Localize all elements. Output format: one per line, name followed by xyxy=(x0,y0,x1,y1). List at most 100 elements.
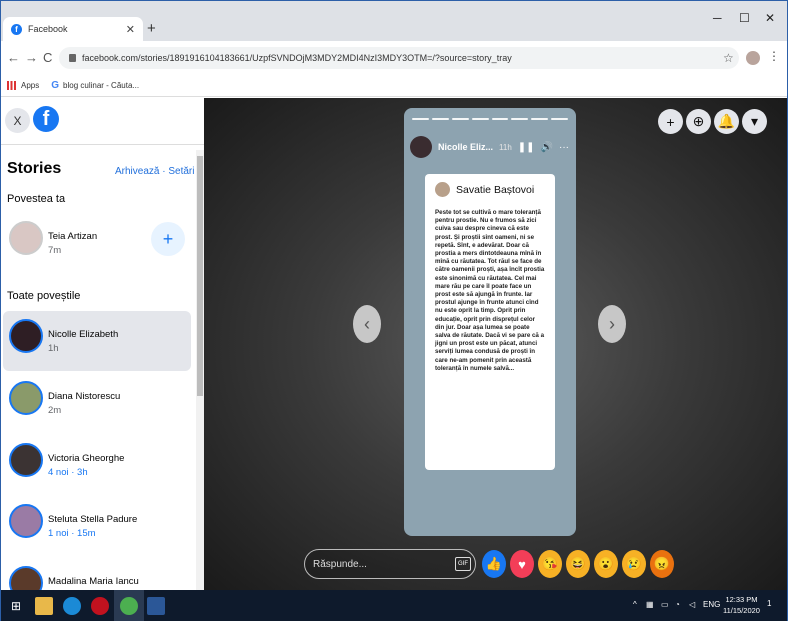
avatar xyxy=(9,443,43,477)
archive-settings-links[interactable]: Arhivează · Setări xyxy=(115,166,194,177)
windows-taskbar: ⊞ ^ ▦ ▭ ◔ ◁ ENG 12:33 PM 11/15/2020 1 xyxy=(1,590,787,621)
edge-icon[interactable] xyxy=(63,597,81,615)
haha-reaction-icon[interactable]: 😆 xyxy=(566,550,590,578)
create-button[interactable]: + xyxy=(658,109,683,134)
maximize-button[interactable]: ☐ xyxy=(739,11,750,25)
back-button[interactable]: ← xyxy=(7,50,20,65)
story-time: 7m xyxy=(48,245,62,256)
story-time: 1h xyxy=(48,343,59,354)
story-card[interactable]: Nicolle Eliz... 11h ❚❚ 🔊 ··· Savatie Baș… xyxy=(404,108,576,536)
notification-center-icon[interactable]: 1 xyxy=(767,599,771,608)
bookmarks-bar: Apps G blog culinar - Căuta... xyxy=(1,75,787,97)
next-story-button[interactable]: › xyxy=(598,305,626,343)
browser-toolbar: ← → C facebook.com/stories/1891916104183… xyxy=(1,41,787,75)
sound-icon[interactable]: 🔊 xyxy=(541,142,553,153)
chrome-icon[interactable] xyxy=(120,597,138,615)
story-progress-bars xyxy=(412,118,568,120)
minimize-button[interactable]: ─ xyxy=(713,11,722,25)
story-item-madalina[interactable]: Madalina Maria Iancu xyxy=(3,558,191,590)
apps-grid-icon xyxy=(7,81,16,90)
account-menu-button[interactable]: ▾ xyxy=(742,109,767,134)
story-viewer: + ⊕ 🔔 ▾ ‹ › Nicolle Eliz... 11h ❚❚ 🔊 ···… xyxy=(204,98,787,590)
browser-window: f Facebook ✕ + ─ ☐ ✕ ← → C facebook.com/… xyxy=(0,0,788,621)
reload-button[interactable]: C xyxy=(43,50,52,65)
tray-network-icon[interactable]: ▦ xyxy=(646,600,654,609)
story-time: 2m xyxy=(48,405,62,416)
reply-input[interactable]: Răspunde... GIF xyxy=(304,549,476,579)
tab-facebook[interactable]: f Facebook ✕ xyxy=(3,17,143,41)
story-time: 1 noi · 15m xyxy=(48,528,96,539)
notifications-button[interactable]: 🔔 xyxy=(714,109,739,134)
close-window-button[interactable]: ✕ xyxy=(765,11,775,25)
facebook-favicon-icon: f xyxy=(11,23,22,35)
bookmark-blog-culinar[interactable]: blog culinar - Căuta... xyxy=(63,81,139,90)
story-name: Steluta Stella Padure xyxy=(48,514,138,525)
avatar xyxy=(9,504,43,538)
story-item-diana[interactable]: Diana Nistorescu 2m xyxy=(3,373,191,433)
opera-icon[interactable] xyxy=(91,597,109,615)
angry-reaction-icon[interactable]: 😠 xyxy=(650,550,674,578)
language-indicator[interactable]: ENG xyxy=(703,600,720,609)
divider xyxy=(1,144,204,145)
start-icon[interactable]: ⊞ xyxy=(7,597,25,615)
story-name: Madalina Maria Iancu xyxy=(48,576,139,587)
tray-volume-icon[interactable]: ◁ xyxy=(689,600,695,609)
story-item-nicolle[interactable]: Nicolle Elizabeth 1h xyxy=(3,311,191,371)
bookmark-apps[interactable]: Apps xyxy=(21,81,39,90)
avatar xyxy=(9,319,43,353)
clock-time: 12:33 PM xyxy=(725,595,758,604)
shared-post: Savatie Baștovoi Peste tot se cultivă o … xyxy=(425,174,555,470)
tray-wifi-icon[interactable]: ◔ xyxy=(675,600,680,609)
story-author-name[interactable]: Nicolle Eliz... xyxy=(438,142,493,152)
tray-battery-icon[interactable]: ▭ xyxy=(661,600,669,609)
add-story-button[interactable]: + xyxy=(151,222,185,256)
tab-bar: f Facebook ✕ + ─ ☐ ✕ xyxy=(1,1,787,41)
tab-title: Facebook xyxy=(28,24,68,34)
profile-avatar[interactable] xyxy=(746,51,760,65)
story-name: Victoria Gheorghe xyxy=(48,453,125,464)
word-icon[interactable] xyxy=(147,597,165,615)
stories-sidebar: X f Stories Arhivează · Setări Povestea … xyxy=(1,98,204,590)
bookmark-star-icon[interactable]: ☆ xyxy=(723,51,734,65)
like-reaction-icon[interactable]: 👍 xyxy=(482,550,506,578)
new-tab-button[interactable]: + xyxy=(147,20,156,37)
post-author-name: Savatie Baștovoi xyxy=(456,183,535,196)
tab-close-icon[interactable]: ✕ xyxy=(126,23,135,36)
forward-button[interactable]: → xyxy=(25,50,38,65)
wow-reaction-icon[interactable]: 😮 xyxy=(594,550,618,578)
pause-icon[interactable]: ❚❚ xyxy=(518,142,535,153)
tray-up-icon[interactable]: ^ xyxy=(633,600,637,609)
url-text: facebook.com/stories/1891916104183661/Uz… xyxy=(82,53,512,63)
facebook-logo[interactable]: f xyxy=(33,106,59,132)
post-author-avatar xyxy=(435,182,450,197)
close-stories-button[interactable]: X xyxy=(5,108,30,133)
browser-menu-icon[interactable]: ⋮ xyxy=(768,49,780,63)
lock-icon xyxy=(69,54,76,62)
stories-title: Stories xyxy=(7,160,62,177)
story-name: Diana Nistorescu xyxy=(48,391,121,402)
file-explorer-icon[interactable] xyxy=(35,597,53,615)
post-text: Peste tot se cultivă o mare toleranță pe… xyxy=(435,209,545,372)
previous-story-button[interactable]: ‹ xyxy=(353,305,381,343)
care-reaction-icon[interactable]: 😘 xyxy=(538,550,562,578)
love-reaction-icon[interactable]: ♥ xyxy=(510,550,534,578)
sidebar-scroll-thumb[interactable] xyxy=(197,156,203,396)
all-stories-heading: Toate poveștile xyxy=(7,290,81,302)
story-name: Nicolle Elizabeth xyxy=(48,329,119,340)
story-time: 11h xyxy=(499,142,512,152)
more-options-icon[interactable]: ··· xyxy=(559,142,569,153)
google-icon: G xyxy=(51,80,60,91)
story-author-avatar[interactable] xyxy=(410,136,432,158)
story-item-victoria[interactable]: Victoria Gheorghe 4 noi · 3h xyxy=(3,435,191,495)
sad-reaction-icon[interactable]: 😢 xyxy=(622,550,646,578)
clock[interactable]: 12:33 PM 11/15/2020 xyxy=(723,594,760,616)
story-item-steluta[interactable]: Steluta Stella Padure 1 noi · 15m xyxy=(3,496,191,556)
address-bar[interactable]: facebook.com/stories/1891916104183661/Uz… xyxy=(59,47,739,69)
reply-placeholder: Răspunde... xyxy=(313,558,367,570)
clock-date: 11/15/2020 xyxy=(723,606,760,615)
your-story-heading: Povestea ta xyxy=(7,193,66,205)
gif-button[interactable]: GIF xyxy=(455,557,471,571)
avatar xyxy=(9,381,43,415)
story-time: 4 noi · 3h xyxy=(48,467,88,478)
messenger-button[interactable]: ⊕ xyxy=(686,109,711,134)
